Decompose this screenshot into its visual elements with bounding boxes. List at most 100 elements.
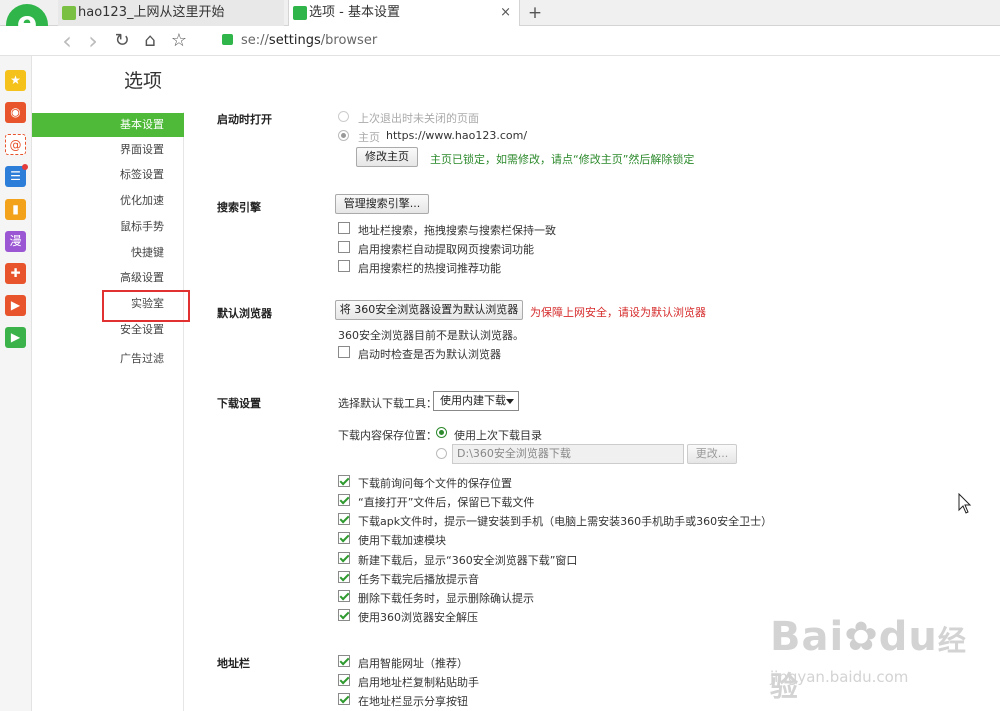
star-icon[interactable]: ★: [5, 70, 26, 91]
mail-icon[interactable]: @: [5, 134, 26, 155]
addressbar-option-checkbox[interactable]: [338, 693, 350, 705]
settings-nav-basic[interactable]: 基本设置: [32, 113, 184, 137]
check-default-label: 启动时检查是否为默认浏览器: [358, 348, 501, 361]
watermark-brand2: du: [878, 614, 938, 660]
search-option-label: 启用搜索栏自动提取网页搜索词功能: [358, 243, 534, 256]
settings-nav-adblock[interactable]: 广告过滤: [32, 347, 184, 371]
search-option-label: 启用搜索栏的热搜词推荐功能: [358, 262, 501, 275]
search-option-checkbox[interactable]: [338, 241, 350, 253]
tab-title: 选项 - 基本设置: [309, 5, 400, 20]
bookmark-star-button[interactable]: ☆: [168, 30, 190, 52]
book-icon[interactable]: ▮: [5, 199, 26, 220]
news-icon[interactable]: ☰: [5, 164, 28, 187]
weibo-icon[interactable]: ◉: [5, 102, 26, 123]
paw-icon: ✿: [844, 614, 879, 660]
navigation-bar: ‹ › ↻ ⌂ ☆ se://settings/browser: [0, 26, 1000, 56]
watermark-url: jingyan.baidu.com: [770, 668, 909, 686]
addressbar-option-label: 启用智能网址（推荐）: [358, 657, 468, 670]
settings-nav-advanced[interactable]: 高级设置: [32, 266, 184, 290]
settings-nav-shortcuts[interactable]: 快捷键: [32, 241, 184, 265]
download-option-checkbox[interactable]: [338, 532, 350, 544]
home-url: https://www.hao123.com/: [386, 129, 528, 142]
forward-button[interactable]: ›: [82, 29, 104, 53]
download-option-checkbox[interactable]: [338, 552, 350, 564]
chevron-down-icon: [506, 399, 514, 404]
close-tab-icon[interactable]: ×: [500, 0, 511, 26]
settings-nav-tabs[interactable]: 标签设置: [32, 163, 184, 187]
default-browser-status: 360安全浏览器目前不是默认浏览器。: [338, 329, 524, 342]
tab-hao123[interactable]: hao123_上网从这里开始: [58, 0, 284, 26]
watermark-brand: Bai: [770, 614, 845, 660]
download-option-label: “直接打开”文件后，保留已下载文件: [358, 496, 535, 509]
addressbar-option-checkbox[interactable]: [338, 674, 350, 686]
home-button[interactable]: ⌂: [139, 30, 161, 52]
back-button[interactable]: ‹: [56, 29, 78, 53]
url-scheme: se://: [241, 33, 269, 48]
modify-homepage-button[interactable]: 修改主页: [356, 147, 418, 167]
search-option-checkbox[interactable]: [338, 260, 350, 272]
addressbar-option-label: 在地址栏显示分享按钮: [358, 695, 468, 708]
comic-icon[interactable]: 漫: [5, 231, 26, 252]
startup-section-title: 启动时打开: [217, 113, 272, 126]
default-browser-section-title: 默认浏览器: [217, 307, 272, 320]
download-option-label: 任务下载完后播放提示音: [358, 573, 479, 586]
new-tab-button[interactable]: +: [526, 0, 544, 26]
mouse-cursor-icon: [958, 493, 972, 514]
manage-search-engines-button[interactable]: 管理搜索引擎...: [335, 194, 429, 214]
startup-last-label: 上次退出时未关闭的页面: [358, 112, 479, 125]
startup-home-radio[interactable]: [338, 130, 349, 141]
address-bar[interactable]: se://settings/browser: [222, 32, 622, 50]
default-browser-warning: 为保障上网安全，请设为默认浏览器: [530, 306, 706, 319]
reload-button[interactable]: ↻: [111, 30, 133, 52]
download-tool-select[interactable]: 使用内建下载: [433, 391, 519, 411]
download-option-label: 删除下载任务时，显示删除确认提示: [358, 592, 534, 605]
settings-favicon-icon: [293, 6, 307, 20]
settings-nav-optimize[interactable]: 优化加速: [32, 189, 184, 213]
settings-nav-mouse-gesture[interactable]: 鼠标手势: [32, 215, 184, 239]
save-custom-dir-radio[interactable]: [436, 448, 447, 459]
url-host: settings: [268, 33, 321, 48]
download-tool-label: 选择默认下载工具：: [338, 397, 437, 410]
search-option-label: 地址栏搜索，拖拽搜索与搜索栏保持一致: [358, 224, 556, 237]
download-path-field[interactable]: D:\360安全浏览器下载: [452, 444, 684, 464]
hao123-favicon-icon: [62, 6, 76, 20]
download-option-checkbox[interactable]: [338, 494, 350, 506]
tab-settings[interactable]: 选项 - 基本设置 ×: [288, 0, 520, 27]
homepage-locked-note: 主页已锁定，如需修改，请点“修改主页”然后解除锁定: [430, 153, 695, 166]
download-save-label: 下载内容保存位置：: [338, 429, 437, 442]
tv-icon[interactable]: ▶: [5, 327, 26, 348]
url-path: /browser: [320, 33, 378, 48]
download-option-checkbox[interactable]: [338, 571, 350, 583]
addressbar-option-checkbox[interactable]: [338, 655, 350, 667]
download-option-checkbox[interactable]: [338, 513, 350, 525]
tab-title: hao123_上网从这里开始: [78, 5, 225, 20]
notification-dot: [22, 164, 28, 170]
tab-strip: hao123_上网从这里开始 选项 - 基本设置 × +: [0, 0, 1000, 27]
secure-shield-icon: [222, 34, 233, 45]
search-option-checkbox[interactable]: [338, 222, 350, 234]
check-default-checkbox[interactable]: [338, 346, 350, 358]
highlight-box: [102, 290, 190, 322]
startup-last-radio[interactable]: [338, 111, 349, 122]
addressbar-option-label: 启用地址栏复制粘贴助手: [358, 676, 479, 689]
video-icon[interactable]: ▶: [5, 295, 26, 316]
download-option-checkbox[interactable]: [338, 475, 350, 487]
download-option-checkbox[interactable]: [338, 609, 350, 621]
save-last-dir-radio[interactable]: [436, 427, 447, 438]
download-option-label: 新建下载后，显示“360安全浏览器下载”窗口: [358, 554, 578, 567]
change-path-button[interactable]: 更改...: [687, 444, 737, 464]
set-default-browser-button[interactable]: 将 360安全浏览器设置为默认浏览器: [335, 300, 523, 320]
sidebar-rail: ★ ◉ @ ☰ ▮ 漫 ✚ ▶ ▶: [0, 56, 32, 711]
download-option-checkbox[interactable]: [338, 590, 350, 602]
download-tool-value: 使用内建下载: [440, 394, 506, 407]
download-option-label: 下载前询问每个文件的保存位置: [358, 477, 512, 490]
baidu-watermark: Bai✿du经验 jingyan.baidu.com: [770, 600, 990, 703]
addressbar-section-title: 地址栏: [217, 657, 250, 670]
settings-nav-interface[interactable]: 界面设置: [32, 138, 184, 162]
settings-nav: 基本设置 界面设置 标签设置 优化加速 鼠标手势 快捷键 高级设置 实验室 安全…: [32, 112, 184, 711]
startup-home-label: 主页: [358, 131, 380, 144]
download-section-title: 下载设置: [217, 397, 261, 410]
download-option-label: 使用下载加速模块: [358, 534, 446, 547]
game-icon[interactable]: ✚: [5, 263, 26, 284]
page-title: 选项: [124, 70, 163, 92]
